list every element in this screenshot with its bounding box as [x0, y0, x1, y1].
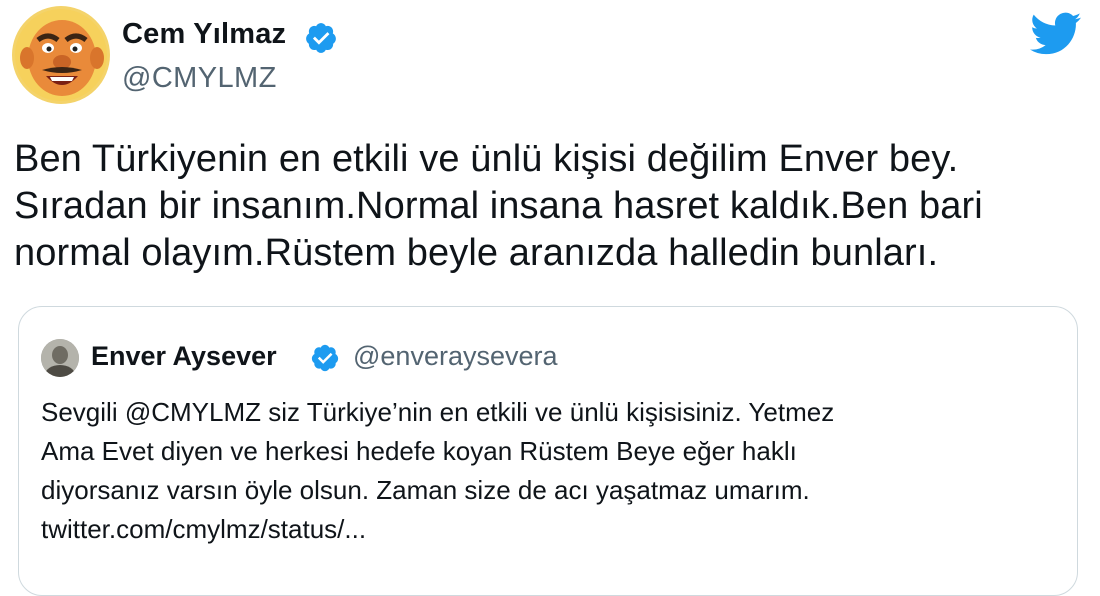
quoted-tweet[interactable]: Enver Aysever @enveraysevera Sevgili @CM…: [18, 306, 1078, 596]
quoted-tweet-text: Sevgili @CMYLMZ siz Türkiye’nin en etkil…: [41, 393, 1061, 549]
tweet-card: Cem Yılmaz @CMYLMZ Ben Türkiyenin en etk…: [0, 0, 1100, 596]
author-avatar[interactable]: [12, 6, 110, 104]
cartoon-avatar-icon: [12, 6, 110, 104]
tweet-text-line: Ben Türkiyenin en etkili ve ünlü kişisi …: [14, 138, 959, 180]
author-handle[interactable]: @CMYLMZ: [122, 62, 277, 95]
quoted-author-handle: @enveraysevera: [353, 341, 558, 371]
quoted-text-line: diyorsanız varsın öyle olsun. Zaman size…: [41, 475, 810, 505]
author-name[interactable]: Cem Yılmaz: [122, 18, 286, 51]
tweet-text-line: normal olayım.Rüstem beyle aranızda hall…: [14, 232, 939, 274]
quoted-text-line: Ama Evet diyen ve herkesi hedefe koyan R…: [41, 436, 797, 466]
verified-badge-icon: [306, 23, 336, 53]
person-photo-icon: [41, 339, 79, 377]
quoted-link[interactable]: twitter.com/cmylmz/status/...: [41, 510, 1061, 549]
twitter-bird-icon[interactable]: [1030, 12, 1082, 56]
quoted-author-avatar: [41, 339, 79, 377]
quoted-text-line: Sevgili @CMYLMZ siz Türkiye’nin en etkil…: [41, 397, 835, 427]
tweet-text-line: Sıradan bir insanım.Normal insana hasret…: [14, 185, 983, 227]
tweet-text: Ben Türkiyenin en etkili ve ünlü kişisi …: [14, 136, 1089, 277]
verified-badge-icon: [311, 344, 339, 372]
quoted-author-name: Enver Aysever: [91, 341, 277, 371]
